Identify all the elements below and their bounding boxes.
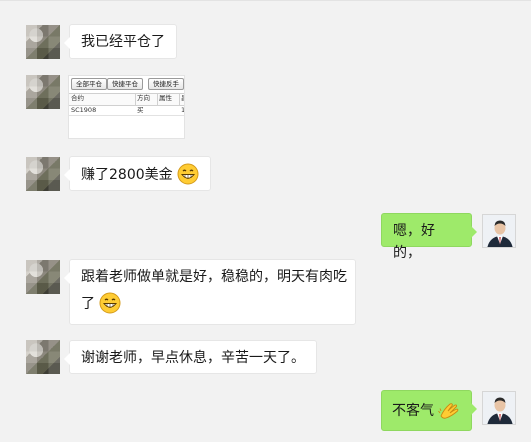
message-bubble-outgoing[interactable]: 不客气 <box>381 390 477 431</box>
column-header: 属性 <box>159 94 172 102</box>
teacher-avatar[interactable] <box>482 391 516 425</box>
message-text-line: 跟着老师做单就是好，稳稳的，明天有肉吃 <box>81 269 347 285</box>
message-text: 谢谢老师，早点休息，辛苦一天了。 <box>81 350 305 366</box>
message-text-line: 了 <box>81 296 95 312</box>
contact-avatar[interactable] <box>26 157 60 191</box>
table-cell: SC1908 <box>71 106 97 114</box>
teacher-avatar[interactable] <box>482 214 516 248</box>
grinning-face-emoji-icon <box>177 163 199 185</box>
close-all-button-image: 全部平仓 <box>71 78 107 90</box>
column-header: 方向 <box>137 94 150 102</box>
message-text: 我已经平仓了 <box>81 34 165 50</box>
message-text: 嗯，好的， <box>393 223 435 261</box>
contact-avatar[interactable] <box>26 25 60 59</box>
quick-reverse-button-image: 快捷反手 <box>148 78 184 90</box>
message-bubble[interactable]: 谢谢老师，早点休息，辛苦一天了。 <box>64 340 317 374</box>
person-in-suit-icon <box>483 215 515 247</box>
column-header: 合约 <box>71 94 84 102</box>
contact-avatar[interactable] <box>26 340 60 374</box>
trading-screenshot-image[interactable]: 全部平仓 快捷平仓 快捷反手 合约 方向 属性 昌 SC1908 买 1 <box>68 75 185 139</box>
table-cell: 1 <box>181 106 185 114</box>
message-bubble[interactable]: 赚了2800美金 <box>63 156 212 191</box>
message-bubble[interactable]: 我已经平仓了 <box>64 24 177 59</box>
column-header: 昌 <box>181 94 184 103</box>
chat-window: 我已经平仓了 全部平仓 快捷平仓 快捷反手 合约 方向 属性 昌 SC1908 … <box>0 0 531 442</box>
person-in-suit-icon <box>483 392 515 424</box>
message-bubble[interactable]: 跟着老师做单就是好，稳稳的，明天有肉吃 了 <box>64 259 356 325</box>
message-text: 赚了2800美金 <box>81 167 173 183</box>
quick-close-button-image: 快捷平仓 <box>107 78 143 90</box>
clapping-hands-emoji-icon <box>438 403 459 419</box>
grinning-face-emoji-icon <box>99 292 121 314</box>
table-cell: 买 <box>137 106 144 114</box>
message-text: 不客气 <box>392 403 434 419</box>
message-text-line-wrapper: 了 <box>81 292 344 315</box>
contact-avatar[interactable] <box>26 75 60 109</box>
message-bubble-outgoing[interactable]: 嗯，好的， <box>381 213 477 261</box>
contact-avatar[interactable] <box>26 260 60 294</box>
